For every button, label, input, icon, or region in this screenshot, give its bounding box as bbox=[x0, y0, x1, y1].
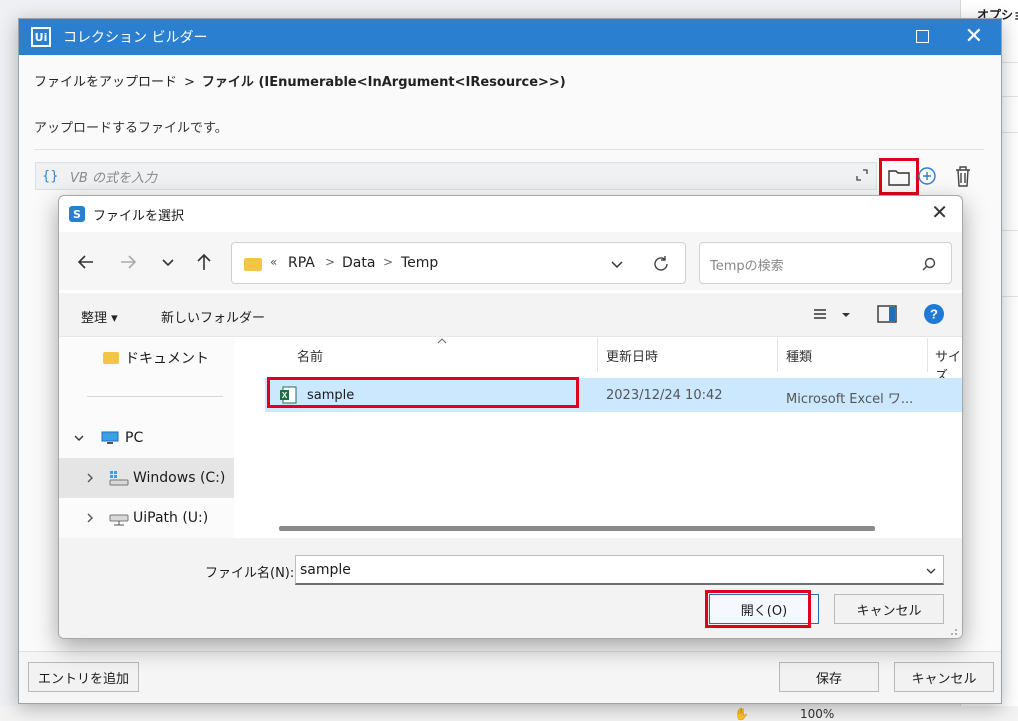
path-segment[interactable]: RPA bbox=[288, 255, 315, 271]
title-bar: Ui コレクション ビルダー ✕ bbox=[19, 19, 1001, 55]
path-separator: > bbox=[325, 255, 336, 269]
chevron-down-icon[interactable] bbox=[925, 565, 937, 577]
drive-icon bbox=[109, 471, 129, 486]
recent-dropdown-icon[interactable] bbox=[157, 251, 179, 273]
navigation-tree: ドキュメント PC Windows (C:) UiPath (U:) bbox=[59, 338, 245, 638]
tree-item-label: Windows (C:) bbox=[133, 470, 226, 486]
open-highlight bbox=[705, 590, 811, 628]
filename-input[interactable]: sample bbox=[295, 555, 944, 585]
refresh-icon[interactable] bbox=[652, 255, 670, 273]
tree-item-label: PC bbox=[125, 430, 144, 446]
up-arrow-icon[interactable] bbox=[193, 251, 215, 273]
file-type: Microsoft Excel ワ... bbox=[786, 392, 914, 407]
network-drive-icon bbox=[109, 514, 129, 526]
address-bar[interactable]: « RPA > Data > Temp bbox=[231, 242, 686, 284]
navigation-bar: « RPA > Data > Temp Tempの検索 bbox=[59, 232, 962, 290]
horizontal-scrollbar[interactable] bbox=[279, 526, 875, 531]
sort-up-icon bbox=[437, 338, 447, 344]
cancel-button[interactable]: キャンセル bbox=[894, 662, 994, 692]
chevron-down-icon[interactable] bbox=[73, 432, 85, 444]
tree-item-windows-c[interactable]: Windows (C:) bbox=[59, 458, 234, 498]
column-header-type[interactable]: 種類 bbox=[786, 346, 812, 365]
tree-item-pc[interactable]: PC bbox=[59, 418, 234, 458]
save-button[interactable]: 保存 bbox=[779, 662, 879, 692]
description: アップロードするファイルです。 bbox=[34, 121, 228, 136]
uipath-logo-icon: Ui bbox=[31, 27, 51, 47]
add-circle-icon[interactable] bbox=[917, 166, 937, 186]
chevron-right-icon[interactable] bbox=[85, 512, 95, 524]
column-header-name[interactable]: 名前 bbox=[297, 346, 323, 365]
path-overflow[interactable]: « bbox=[270, 255, 277, 269]
dialog-title: コレクション ビルダー bbox=[63, 30, 208, 46]
expression-braces-icon: {} bbox=[42, 168, 59, 184]
tree-item-label: UiPath (U:) bbox=[133, 510, 209, 526]
tree-item-uipath-u[interactable]: UiPath (U:) bbox=[59, 498, 234, 538]
divider bbox=[34, 149, 984, 150]
search-input[interactable]: Tempの検索 bbox=[699, 242, 952, 284]
back-arrow-icon[interactable] bbox=[75, 251, 97, 273]
svg-text:?: ? bbox=[930, 307, 938, 322]
breadcrumb: ファイルをアップロード > ファイル (IEnumerable<InArgument… bbox=[34, 71, 566, 90]
chevron-down-icon[interactable] bbox=[610, 257, 624, 271]
file-list: 名前 更新日時 種類 サイズ X sample 2023/12/24 10:42… bbox=[257, 338, 962, 538]
column-header-modified[interactable]: 更新日時 bbox=[606, 346, 658, 365]
folder-icon bbox=[103, 352, 119, 364]
dialog-title: ファイルを選択 bbox=[93, 208, 185, 224]
tree-item-documents[interactable]: ドキュメント bbox=[59, 338, 234, 378]
command-bar: 整理 ▾ 新しいフォルダー ? bbox=[59, 293, 962, 337]
title-bar: S ファイルを選択 ✕ bbox=[59, 196, 962, 232]
vb-expression-input[interactable]: {} VB の式を入力 bbox=[35, 162, 877, 190]
path-separator: > bbox=[383, 255, 394, 269]
path-segment[interactable]: Temp bbox=[401, 255, 438, 271]
chevron-right-icon[interactable] bbox=[85, 472, 95, 484]
column-separator[interactable] bbox=[597, 338, 598, 372]
column-separator[interactable] bbox=[777, 338, 778, 372]
file-modified: 2023/12/24 10:42 bbox=[606, 388, 723, 403]
divider bbox=[87, 396, 223, 397]
expand-icon[interactable] bbox=[856, 169, 868, 181]
background-status-bar: ✋ 100% bbox=[0, 706, 1018, 721]
breadcrumb-current: ファイル (IEnumerable<InArgument<IResource>>… bbox=[201, 75, 566, 90]
cancel-button[interactable]: キャンセル bbox=[834, 594, 944, 624]
new-folder-button[interactable]: 新しいフォルダー bbox=[161, 307, 265, 326]
filename-area: ファイル名(N): sample 開く(O) キャンセル bbox=[59, 538, 962, 638]
column-separator[interactable] bbox=[927, 338, 928, 372]
zoom-level: 100% bbox=[800, 707, 835, 721]
help-icon[interactable]: ? bbox=[923, 303, 945, 325]
search-icon[interactable] bbox=[921, 256, 937, 272]
browse-folder-button[interactable] bbox=[879, 158, 919, 195]
path-segment[interactable]: Data bbox=[342, 255, 375, 271]
close-icon[interactable]: ✕ bbox=[965, 23, 983, 51]
view-list-icon[interactable] bbox=[813, 308, 829, 322]
folder-icon bbox=[888, 169, 910, 186]
folder-icon bbox=[244, 258, 262, 271]
add-entry-button[interactable]: エントリを追加 bbox=[28, 662, 139, 692]
file-highlight bbox=[267, 377, 579, 408]
forward-arrow-icon[interactable] bbox=[117, 251, 139, 273]
trash-icon[interactable] bbox=[953, 165, 973, 187]
filename-label: ファイル名(N): bbox=[205, 566, 295, 581]
breadcrumb-parent[interactable]: ファイルをアップロード bbox=[34, 75, 177, 90]
close-icon[interactable]: ✕ bbox=[931, 200, 948, 224]
organize-menu[interactable]: 整理 ▾ bbox=[81, 307, 118, 326]
dialog-footer: エントリを追加 保存 キャンセル bbox=[19, 651, 1001, 703]
breadcrumb-separator: > bbox=[184, 75, 195, 90]
resize-grip-icon[interactable] bbox=[948, 626, 958, 636]
filename-value: sample bbox=[300, 562, 351, 578]
search-placeholder: Tempの検索 bbox=[710, 259, 784, 274]
file-select-dialog: S ファイルを選択 ✕ « RPA > Data > Temp Tempの検索 … bbox=[58, 195, 963, 639]
tree-item-label: ドキュメント bbox=[125, 351, 209, 367]
maximize-icon[interactable] bbox=[916, 30, 929, 43]
vb-placeholder: VB の式を入力 bbox=[70, 170, 157, 186]
preview-pane-icon[interactable] bbox=[877, 305, 897, 323]
monitor-icon bbox=[101, 431, 119, 444]
studio-logo-icon: S bbox=[69, 206, 85, 222]
view-dropdown-icon[interactable] bbox=[841, 310, 851, 320]
hand-icon: ✋ bbox=[734, 707, 749, 721]
